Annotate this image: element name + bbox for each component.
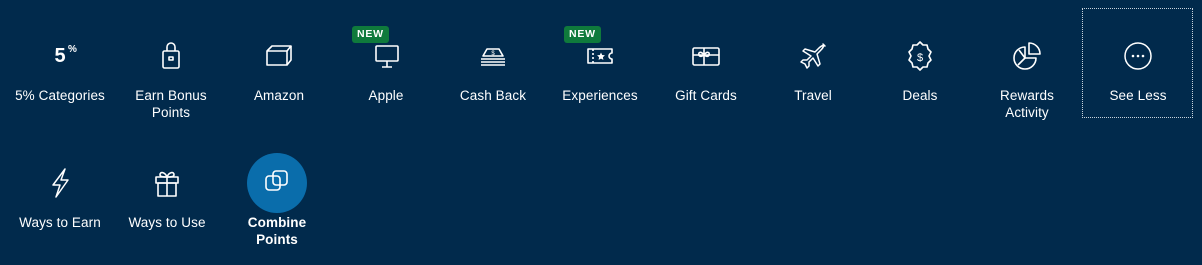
svg-text:$: $ — [917, 52, 923, 64]
tile-label: Experiences — [562, 88, 638, 103]
tile-combine-points[interactable]: Combine Points — [224, 153, 330, 248]
tile-label: Apple — [368, 88, 404, 103]
tile-label: Amazon — [253, 88, 305, 103]
tile-label: 5% Categories — [15, 88, 105, 103]
tile-earn-bonus-points[interactable]: Earn Bonus Points — [118, 36, 224, 121]
five-percent-icon: 5% — [40, 36, 80, 76]
tile-see-less[interactable]: See Less — [1085, 36, 1191, 104]
tile-label: Combine Points — [247, 215, 307, 247]
tile-experiences[interactable]: NEW Experiences — [547, 26, 653, 104]
tile-label: Cash Back — [459, 88, 527, 103]
more-dots-icon — [1118, 36, 1158, 76]
pie-chart-icon — [1007, 36, 1047, 76]
tile-label: Rewards Activity — [1000, 88, 1054, 120]
tile-gift-cards[interactable]: Gift Cards — [653, 36, 759, 104]
tile-deals[interactable]: $ Deals — [867, 36, 973, 104]
tile-label: See Less — [1109, 88, 1167, 103]
monitor-icon — [366, 36, 406, 76]
tile-cash-back[interactable]: $ Cash Back — [440, 36, 546, 104]
tile-label: Earn Bonus Points — [135, 88, 207, 120]
tile-rewards-activity[interactable]: Rewards Activity — [974, 36, 1080, 121]
tile-5-percent-categories[interactable]: 5% 5% Categories — [7, 36, 113, 104]
tile-label: Ways to Use — [128, 215, 206, 230]
gift-icon — [147, 163, 187, 203]
lightning-icon — [40, 163, 80, 203]
tile-travel[interactable]: Travel — [760, 36, 866, 104]
tile-amazon[interactable]: Amazon — [226, 36, 332, 104]
combine-squares-icon — [247, 153, 307, 213]
cash-stack-icon: $ — [473, 36, 513, 76]
tile-label: Ways to Earn — [19, 215, 101, 230]
tile-label: Travel — [794, 88, 832, 103]
tile-label: Deals — [902, 88, 938, 103]
tile-ways-to-use[interactable]: Ways to Use — [114, 163, 220, 231]
box-icon — [259, 36, 299, 76]
shopping-bag-icon — [151, 36, 191, 76]
airplane-icon — [793, 36, 833, 76]
svg-text:5: 5 — [54, 45, 65, 67]
dollar-badge-icon: $ — [900, 36, 940, 76]
svg-text:%: % — [68, 44, 77, 55]
tile-apple[interactable]: NEW Apple — [333, 26, 439, 104]
tile-label: Gift Cards — [675, 88, 737, 103]
gift-card-icon — [686, 36, 726, 76]
tile-ways-to-earn[interactable]: Ways to Earn — [7, 163, 113, 231]
ticket-icon — [580, 36, 620, 76]
